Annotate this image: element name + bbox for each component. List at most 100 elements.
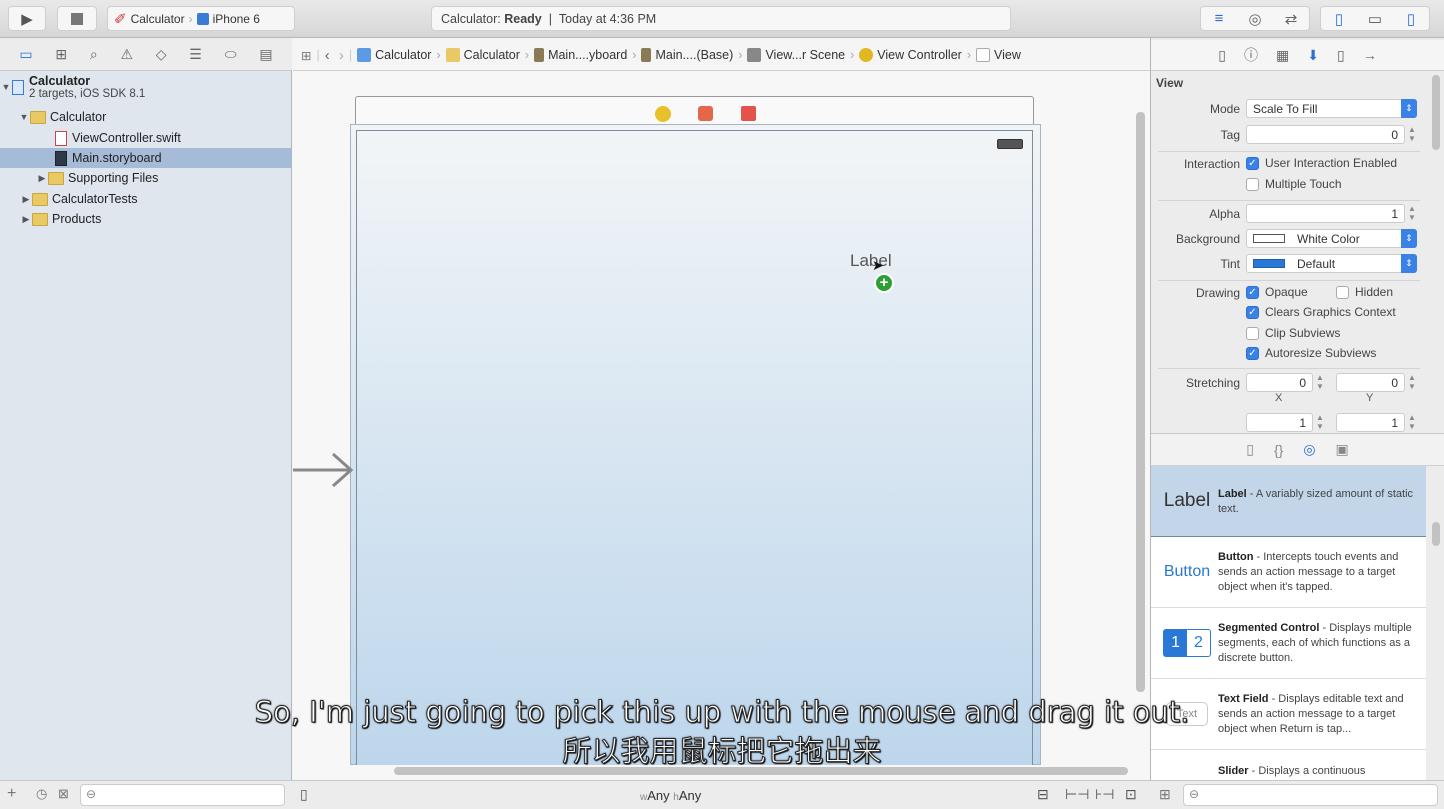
view-toggle-control[interactable]: ▯ ▭ ▯ — [1320, 6, 1430, 31]
mode-popup[interactable]: Scale To Fill ⇕ — [1246, 99, 1417, 118]
document-outline-toggle-icon[interactable]: ▯ — [300, 786, 308, 803]
nav-item-label: Calculator — [50, 110, 107, 124]
alpha-stepper[interactable]: ▲ ▼ — [1407, 204, 1417, 223]
breadcrumb-storyboard[interactable]: Main....yboard — [534, 48, 627, 63]
nav-item-calculatortests[interactable]: ▶ CalculatorTests — [0, 189, 292, 209]
stretch-height-field[interactable]: 1 — [1336, 413, 1405, 432]
project-root[interactable]: ▼ Calculator 2 targets, iOS SDK 8.1 — [0, 74, 292, 106]
related-items-icon[interactable]: ⊞ — [301, 48, 311, 63]
pin-icon[interactable]: ⊢⊣ — [1065, 786, 1089, 803]
chevron-right-icon: › — [188, 11, 193, 26]
recent-files-icon[interactable]: ◷ — [36, 786, 47, 802]
nav-item-supporting-files[interactable]: ▶ Supporting Files — [0, 168, 292, 188]
clears-graphics-context-checkbox[interactable]: ✓ Clears Graphics Context — [1246, 305, 1396, 319]
size-inspector-icon[interactable]: ▯ — [1337, 47, 1345, 64]
disclosure-closed-icon[interactable]: ▶ — [36, 173, 48, 184]
code-snippet-library-icon[interactable]: {} — [1274, 442, 1283, 458]
disclosure-closed-icon[interactable]: ▶ — [20, 194, 32, 205]
standard-editor-icon[interactable]: ≡ — [1201, 7, 1237, 30]
breakpoint-icon[interactable]: ⬭ — [225, 46, 237, 63]
object-library-icon[interactable]: ◎ — [1303, 441, 1315, 458]
log-icon[interactable]: ▤ — [259, 46, 272, 63]
back-button[interactable]: ‹ — [325, 47, 330, 64]
identity-inspector-icon[interactable]: ▦ — [1276, 47, 1289, 64]
breadcrumb-folder[interactable]: Calculator — [445, 48, 520, 63]
dragged-label[interactable]: Label — [850, 251, 892, 271]
disclosure-open-icon[interactable]: ▼ — [0, 82, 12, 92]
user-interaction-checkbox[interactable]: ✓ User Interaction Enabled — [1246, 156, 1397, 170]
exit-icon[interactable] — [741, 106, 756, 121]
scheme-selector[interactable]: ✐ Calculator › iPhone 6 — [107, 6, 295, 31]
stretch-y-stepper[interactable]: ▲ ▼ — [1407, 373, 1417, 392]
hidden-checkbox[interactable]: Hidden — [1336, 285, 1393, 299]
library-scrollbar[interactable] — [1432, 522, 1440, 546]
library-item-label[interactable]: Label Label - A variably sized amount of… — [1151, 466, 1426, 537]
breadcrumb-view-controller[interactable]: View Controller — [859, 48, 962, 63]
breadcrumb-scene[interactable]: View...r Scene — [747, 48, 845, 63]
assistant-editor-icon[interactable]: ◎ — [1237, 7, 1273, 30]
resizing-behavior-icon[interactable]: ⊡ — [1125, 786, 1137, 803]
library-item-button[interactable]: Button Button - Intercepts touch events … — [1151, 537, 1426, 608]
warning-icon[interactable]: ⚠ — [120, 46, 133, 63]
y-label: Y — [1366, 392, 1374, 404]
search-icon[interactable]: ⌕ — [90, 46, 98, 63]
disclosure-closed-icon[interactable]: ▶ — [20, 214, 32, 225]
stretch-x-stepper[interactable]: ▲ ▼ — [1315, 373, 1325, 392]
file-inspector-icon[interactable]: ▯ — [1218, 47, 1226, 64]
nav-item-label: Products — [52, 212, 102, 226]
test-icon[interactable]: ◇ — [156, 46, 167, 63]
run-button[interactable]: ▶ — [8, 6, 46, 31]
navigator-filter-input[interactable]: ⊖ — [80, 784, 285, 806]
attributes-inspector-icon[interactable]: ⬇ — [1307, 47, 1319, 64]
library-item-segmented-control[interactable]: 12 Segmented Control - Displays multiple… — [1151, 608, 1426, 679]
version-editor-icon[interactable]: ⇄ — [1273, 7, 1309, 30]
breadcrumb-view[interactable]: View — [976, 48, 1021, 63]
file-template-library-icon[interactable]: ▯ — [1246, 441, 1254, 458]
scm-filter-icon[interactable]: ⊠ — [58, 786, 69, 802]
add-icon[interactable]: + — [7, 785, 16, 803]
stretch-height-stepper[interactable]: ▲ ▼ — [1407, 413, 1417, 432]
nav-item-main-storyboard[interactable]: Main.storyboard — [0, 148, 292, 168]
forward-button[interactable]: › — [335, 47, 344, 64]
tag-field[interactable]: 0 — [1246, 125, 1405, 144]
canvas-vertical-scrollbar[interactable] — [1136, 112, 1145, 692]
grid-view-icon[interactable]: ⊞ — [1159, 786, 1171, 803]
folder-icon[interactable]: ▭ — [19, 46, 32, 63]
root-view[interactable] — [356, 130, 1033, 765]
disclosure-open-icon[interactable]: ▼ — [18, 112, 30, 122]
navigator-toggle-icon[interactable]: ▯ — [1321, 7, 1357, 30]
stretch-width-field[interactable]: 1 — [1246, 413, 1313, 432]
alpha-field[interactable]: 1 — [1246, 204, 1405, 223]
size-class-control[interactable]: wAny hAny — [640, 788, 701, 803]
view-controller-icon[interactable] — [655, 106, 671, 122]
stretch-width-stepper[interactable]: ▲ ▼ — [1315, 413, 1325, 432]
breadcrumb-project[interactable]: Calculator — [357, 48, 431, 63]
utilities-toggle-icon[interactable]: ▯ — [1393, 7, 1429, 30]
library-filter-input[interactable]: ⊖ — [1183, 784, 1438, 806]
opaque-checkbox[interactable]: ✓ Opaque — [1246, 285, 1308, 299]
inspector-scrollbar[interactable] — [1432, 75, 1440, 150]
align-icon[interactable]: ⊟ — [1037, 786, 1049, 803]
media-library-icon[interactable]: ▣ — [1336, 441, 1349, 458]
debug-area-toggle-icon[interactable]: ▭ — [1357, 7, 1393, 30]
debug-icon[interactable]: ☰ — [189, 46, 202, 63]
nav-item-viewcontroller[interactable]: ViewController.swift — [0, 128, 292, 148]
connections-inspector-icon[interactable]: → — [1363, 47, 1377, 63]
autoresize-subviews-checkbox[interactable]: ✓ Autoresize Subviews — [1246, 346, 1376, 360]
background-popup[interactable]: White Color ⇕ — [1246, 229, 1417, 248]
first-responder-icon[interactable] — [698, 106, 713, 121]
symbol-icon[interactable]: ⊞ — [55, 46, 67, 63]
multiple-touch-checkbox[interactable]: Multiple Touch — [1246, 177, 1342, 191]
tag-stepper[interactable]: ▲ ▼ — [1407, 125, 1417, 144]
quick-help-icon[interactable]: ⓘ — [1244, 45, 1258, 65]
resolve-autolayout-icon[interactable]: ⊦⊣ — [1095, 786, 1114, 803]
stretch-x-field[interactable]: 0 — [1246, 373, 1313, 392]
stop-button[interactable] — [57, 6, 97, 31]
editor-mode-control[interactable]: ≡ ◎ ⇄ — [1200, 6, 1310, 31]
breadcrumb-storyboard-base[interactable]: Main....(Base) — [641, 48, 733, 63]
nav-item-products[interactable]: ▶ Products — [0, 209, 292, 229]
tint-popup[interactable]: Default ⇕ — [1246, 254, 1417, 273]
nav-item-calculator-folder[interactable]: ▼ Calculator — [0, 107, 292, 127]
stretch-y-field[interactable]: 0 — [1336, 373, 1405, 392]
clip-subviews-checkbox[interactable]: Clip Subviews — [1246, 326, 1340, 340]
